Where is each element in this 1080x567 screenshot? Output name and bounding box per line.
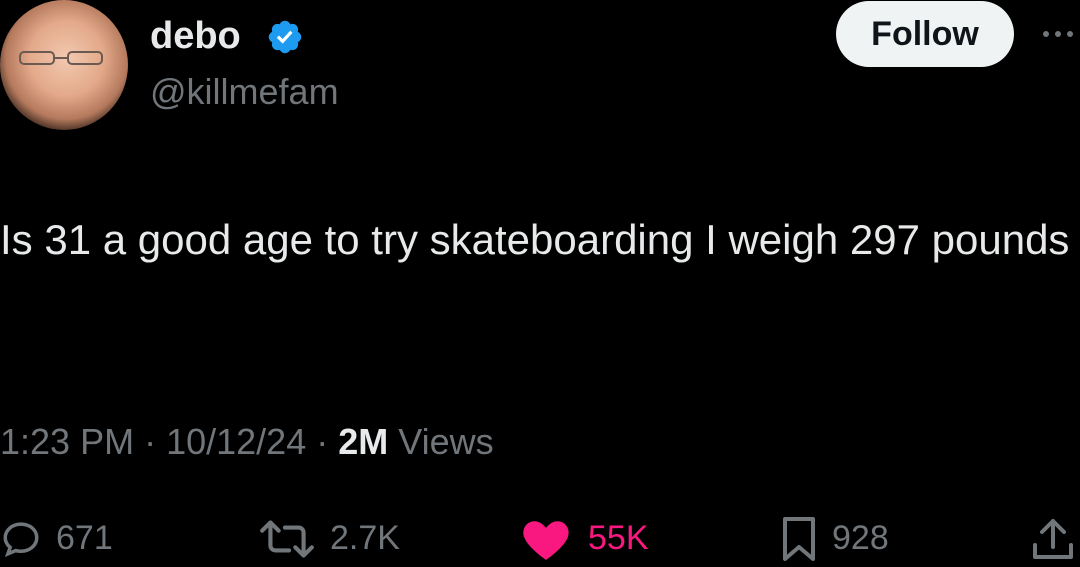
share-icon bbox=[1033, 518, 1073, 559]
reply-count: 671 bbox=[56, 519, 113, 557]
reply-icon bbox=[3, 521, 39, 557]
repost-count: 2.7K bbox=[330, 519, 400, 557]
share-button[interactable] bbox=[1030, 510, 1076, 567]
meta-separator: · bbox=[134, 421, 167, 462]
reply-button[interactable]: 671 bbox=[0, 510, 113, 567]
repost-button[interactable]: 2.7K bbox=[258, 510, 400, 567]
bookmark-button[interactable]: 928 bbox=[780, 510, 889, 567]
tweet-text: Is 31 a good age to try skateboarding I … bbox=[0, 216, 1070, 263]
user-handle[interactable]: @killmefam bbox=[150, 70, 339, 114]
tweet-time[interactable]: 1:23 PM bbox=[0, 421, 134, 462]
verified-badge-icon bbox=[268, 20, 302, 54]
meta-separator: · bbox=[306, 421, 339, 462]
glasses-graphic bbox=[19, 51, 103, 65]
like-count: 55K bbox=[588, 519, 649, 557]
tweet-date[interactable]: 10/12/24 bbox=[166, 421, 306, 462]
views-count: 2M bbox=[338, 421, 389, 462]
repost-icon bbox=[260, 519, 314, 558]
heart-icon bbox=[523, 520, 569, 560]
tweet: debo @killmefam Follow Is 31 a good age … bbox=[0, 0, 1080, 567]
avatar[interactable] bbox=[0, 0, 128, 130]
tweet-meta: 1:23 PM · 10/12/24 · 2M Views bbox=[0, 418, 494, 466]
action-bar: 671 2.7K 55K 928 bbox=[0, 510, 1080, 567]
like-button[interactable]: 55K bbox=[518, 510, 649, 567]
display-name[interactable]: debo bbox=[150, 14, 241, 58]
bookmark-count: 928 bbox=[832, 519, 889, 557]
bookmark-icon bbox=[783, 516, 815, 561]
views-label: Views bbox=[388, 421, 494, 462]
more-icon[interactable] bbox=[1040, 26, 1080, 42]
follow-button[interactable]: Follow bbox=[836, 1, 1014, 67]
